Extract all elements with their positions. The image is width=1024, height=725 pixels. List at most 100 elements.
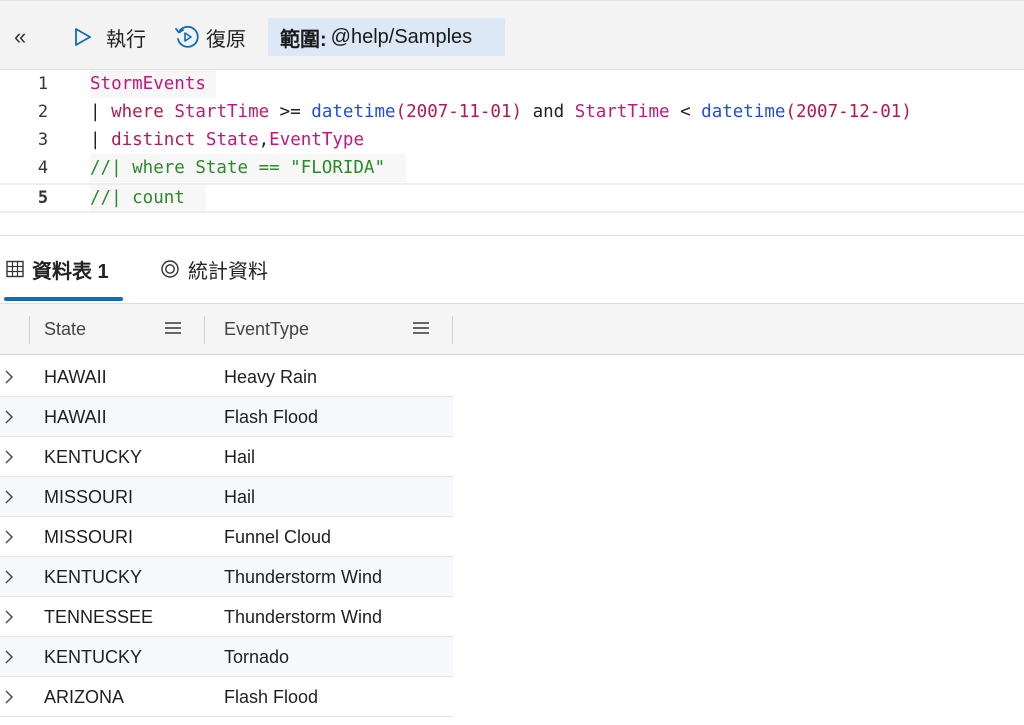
column-divider[interactable]	[204, 316, 205, 344]
chevron-right-icon[interactable]	[4, 649, 14, 665]
result-tabs: 資料表 1 統計資料	[0, 236, 1024, 304]
column-divider	[29, 316, 30, 344]
line-number: 5	[37, 188, 49, 208]
column-header-eventtype[interactable]: EventType	[224, 304, 309, 355]
column-header-state[interactable]: State	[44, 304, 86, 355]
cell-eventtype: Tornado	[224, 647, 290, 667]
code-token: EventType	[269, 130, 364, 150]
table-row[interactable]: ARIZONA Flash Flood	[0, 677, 453, 717]
code-line[interactable]: 4 //| where State == "FLORIDA"	[0, 154, 1024, 182]
code-token: |	[90, 102, 112, 122]
cell-eventtype: Flash Flood	[224, 407, 319, 427]
column-menu-icon[interactable]	[412, 320, 430, 336]
scope-selector[interactable]: 範圍: @help/Samples	[268, 18, 505, 56]
table-row[interactable]: HAWAII Flash Flood	[0, 397, 453, 437]
run-button[interactable]: 執行	[74, 23, 146, 51]
cell-state: KENTUCKY	[44, 647, 143, 667]
query-editor[interactable]: 1 StormEvents 2 | where StartTime >= dat…	[0, 70, 1024, 236]
cell-state: ARIZONA	[44, 687, 125, 707]
column-divider[interactable]	[452, 316, 453, 344]
tab-table-label: 資料表 1	[32, 260, 109, 283]
code-line[interactable]: 3 | distinct State,EventType	[0, 126, 1024, 154]
chevron-right-icon[interactable]	[4, 689, 14, 705]
table-row[interactable]: TENNESSEE Thunderstorm Wind	[0, 597, 453, 637]
cell-state: HAWAII	[44, 407, 107, 427]
column-menu-icon[interactable]	[164, 320, 182, 336]
chevron-right-icon[interactable]	[4, 369, 14, 385]
cell-state: MISSOURI	[44, 487, 134, 507]
cell-state: KENTUCKY	[44, 567, 143, 587]
column-header-label: EventType	[224, 319, 310, 339]
cell-eventtype: Flash Flood	[224, 687, 319, 707]
code-token: |	[90, 130, 112, 150]
chevron-right-icon[interactable]	[4, 569, 14, 585]
code-token: State	[205, 130, 259, 150]
chevron-right-icon[interactable]	[4, 489, 14, 505]
chevron-right-icon[interactable]	[4, 609, 14, 625]
scope-value: @help/Samples	[330, 25, 473, 48]
chevron-right-icon[interactable]	[4, 409, 14, 425]
code-line[interactable]: 2 | where StartTime >= datetime(2007-11-…	[0, 98, 1024, 126]
cell-eventtype: Hail	[224, 447, 256, 467]
chevron-right-icon[interactable]	[4, 449, 14, 465]
table-row[interactable]: MISSOURI Funnel Cloud	[0, 517, 453, 557]
code-token: datetime	[701, 102, 786, 122]
query-toolbar: « 執行 復原 範圍: @help/Samples	[0, 0, 1024, 70]
code-token: where	[111, 102, 164, 122]
code-token: distinct	[111, 130, 196, 150]
cell-eventtype: Thunderstorm Wind	[224, 607, 383, 627]
code-text[interactable]: | distinct State,EventType	[90, 126, 364, 154]
code-line[interactable]: 1 StormEvents	[0, 70, 1024, 98]
collapse-icon[interactable]: «	[14, 25, 26, 49]
tab-table-1[interactable]: 資料表 1	[6, 254, 109, 284]
stats-icon	[161, 260, 179, 278]
tab-stats[interactable]: 統計資料	[160, 254, 268, 284]
cell-state: MISSOURI	[44, 527, 134, 547]
code-text[interactable]: //| where State == "FLORIDA"	[90, 154, 407, 182]
cell-eventtype: Funnel Cloud	[224, 527, 332, 547]
code-token: (2007-12-01)	[785, 102, 912, 122]
run-icon	[75, 28, 91, 46]
cell-eventtype: Thunderstorm Wind	[224, 567, 383, 587]
cell-eventtype: Heavy Rain	[224, 367, 318, 387]
code-token: datetime	[311, 102, 396, 122]
table-row[interactable]: KENTUCKY Tornado	[0, 637, 453, 677]
results-grid: State EventType HAWAII Heavy Rain HAWAII…	[0, 304, 1024, 725]
grid-header: State EventType	[0, 304, 1024, 355]
code-text[interactable]: StormEvents	[90, 70, 217, 98]
chevron-right-icon[interactable]	[4, 529, 14, 545]
restore-label: 復原	[206, 28, 246, 51]
line-number: 3	[37, 130, 49, 150]
code-text[interactable]: | where StartTime >= datetime(2007-11-01…	[90, 98, 912, 126]
code-token: >=	[269, 102, 312, 122]
restore-icon	[175, 25, 199, 48]
code-token: StartTime	[574, 102, 670, 122]
table-icon	[6, 260, 24, 278]
run-label: 執行	[106, 28, 146, 51]
tab-stats-label: 統計資料	[188, 260, 268, 283]
line-number: 4	[37, 158, 49, 178]
code-token: and	[522, 102, 575, 122]
table-row[interactable]: KENTUCKY Thunderstorm Wind	[0, 557, 453, 597]
table-row[interactable]: MISSOURI Hail	[0, 477, 453, 517]
cell-state: KENTUCKY	[44, 447, 143, 467]
table-row[interactable]: KENTUCKY Hail	[0, 437, 453, 477]
code-text[interactable]: //| count	[90, 185, 206, 211]
code-token: ,	[258, 130, 270, 150]
code-token: StartTime	[174, 102, 270, 122]
cell-eventtype: Hail	[224, 487, 256, 507]
active-tab-indicator	[4, 297, 123, 301]
current-code-line[interactable]: 5 //| count	[0, 183, 1024, 213]
line-number: 1	[37, 74, 49, 94]
column-header-label: State	[44, 319, 87, 339]
code-token: (2007-11-01)	[395, 102, 523, 122]
cell-state: HAWAII	[44, 367, 107, 387]
cell-state: TENNESSEE	[44, 607, 154, 627]
scope-label: 範圍:	[280, 28, 327, 51]
code-token: //| where State == "FLORIDA"	[90, 158, 386, 178]
table-row[interactable]: HAWAII Heavy Rain	[0, 357, 453, 397]
code-token: //| count	[90, 188, 185, 208]
code-token: StormEvents	[90, 74, 206, 94]
code-token: <	[669, 102, 702, 122]
restore-button[interactable]: 復原	[174, 23, 246, 51]
